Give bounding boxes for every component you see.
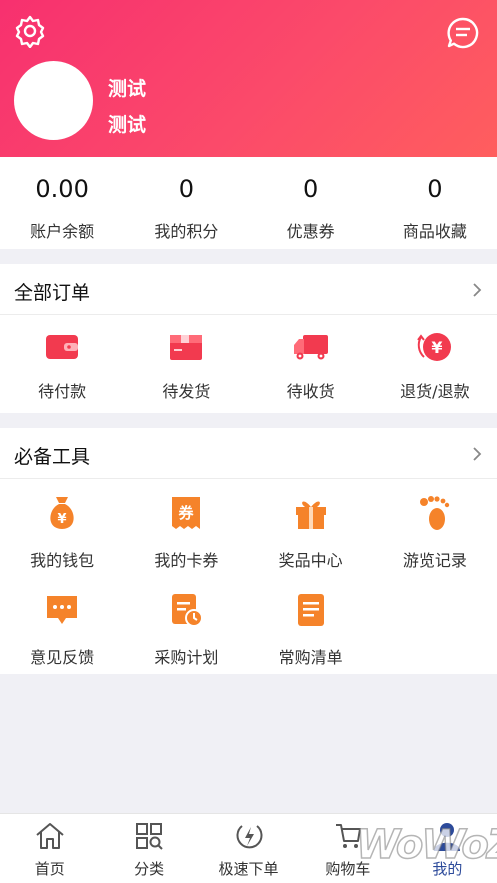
stat-value: 0.00 bbox=[35, 175, 89, 203]
gear-icon[interactable] bbox=[13, 14, 47, 48]
stat-label: 优惠券 bbox=[286, 222, 335, 241]
tools-row-1: ¥ 我的钱包 券 我的卡券 奖品中心 游览记录 bbox=[0, 479, 497, 576]
nav-label: 首页 bbox=[34, 860, 65, 878]
stat-value: 0 bbox=[427, 175, 443, 203]
order-pending-payment[interactable]: 待付款 bbox=[0, 315, 124, 413]
stat-balance[interactable]: 0.00 账户余额 bbox=[0, 157, 124, 249]
stat-label: 商品收藏 bbox=[402, 222, 467, 241]
package-icon bbox=[170, 335, 203, 360]
tool-frequent-list[interactable]: 常购清单 bbox=[249, 576, 373, 674]
tools-section-header[interactable]: 必备工具 bbox=[0, 428, 497, 479]
stat-favorites[interactable]: 0 商品收藏 bbox=[373, 157, 497, 249]
chevron-right-icon bbox=[473, 283, 482, 297]
tool-feedback[interactable]: 意见反馈 bbox=[0, 576, 124, 674]
orders-grid: 待付款 待发货 待收货 ¥ 退货/退款 bbox=[0, 315, 497, 413]
truck-icon bbox=[293, 335, 328, 360]
nav-category[interactable]: 分类 bbox=[99, 814, 198, 883]
order-pending-receipt[interactable]: 待收货 bbox=[249, 315, 373, 413]
stat-value: 0 bbox=[178, 175, 195, 203]
orders-section-header[interactable]: 全部订单 bbox=[0, 264, 497, 315]
nav-label: 分类 bbox=[134, 860, 165, 878]
grid-label: 我的钱包 bbox=[30, 551, 95, 570]
tools-grid: ¥ 我的钱包 券 我的卡券 奖品中心 游览记录 意见反馈 采购计划 常购清单 bbox=[0, 479, 497, 674]
nav-home[interactable]: 首页 bbox=[0, 814, 99, 883]
tool-wallet[interactable]: ¥ 我的钱包 bbox=[0, 479, 124, 576]
list-icon bbox=[297, 594, 324, 626]
refund-icon: ¥ bbox=[417, 333, 451, 361]
lightning-icon bbox=[236, 825, 263, 849]
stat-label: 我的积分 bbox=[154, 222, 219, 241]
account-stats: 0.00 账户余额 0 我的积分 0 优惠券 0 商品收藏 bbox=[0, 157, 497, 249]
stat-value: 0 bbox=[302, 175, 319, 203]
section-title: 全部订单 bbox=[14, 282, 91, 304]
nav-quick-order[interactable]: 极速下单 bbox=[199, 814, 298, 883]
avatar[interactable] bbox=[14, 61, 93, 140]
tool-browse-history[interactable]: 游览记录 bbox=[373, 479, 497, 576]
tool-coupons[interactable]: 券 我的卡券 bbox=[124, 479, 248, 576]
profile-header: 测试 测试 bbox=[0, 0, 497, 157]
user-subtitle: 测试 bbox=[108, 114, 147, 136]
message-icon[interactable] bbox=[446, 16, 480, 50]
grid-label: 意见反馈 bbox=[30, 648, 95, 667]
order-pending-shipment[interactable]: 待发货 bbox=[124, 315, 248, 413]
svg-text:¥: ¥ bbox=[431, 338, 442, 357]
tool-purchase-plan[interactable]: 采购计划 bbox=[124, 576, 248, 674]
feedback-icon bbox=[47, 596, 78, 624]
user-name: 测试 bbox=[108, 78, 147, 100]
grid-label: 待发货 bbox=[162, 382, 211, 401]
home-icon bbox=[36, 823, 64, 849]
purchase-plan-icon bbox=[172, 594, 204, 627]
stat-label: 账户余额 bbox=[30, 222, 95, 241]
coupon-icon: 券 bbox=[172, 497, 201, 529]
stat-coupons[interactable]: 0 优惠券 bbox=[249, 157, 373, 249]
category-icon bbox=[136, 823, 163, 850]
tool-prize-center[interactable]: 奖品中心 bbox=[249, 479, 373, 576]
section-title: 必备工具 bbox=[14, 446, 91, 468]
grid-label: 采购计划 bbox=[154, 648, 219, 667]
gift-icon bbox=[295, 501, 326, 529]
watermark-logo: WoWoZ bbox=[355, 821, 497, 869]
svg-text:¥: ¥ bbox=[58, 512, 67, 527]
wallet-icon bbox=[46, 335, 79, 359]
chevron-right-icon bbox=[473, 447, 482, 461]
grid-label: 退货/退款 bbox=[400, 382, 470, 401]
grid-label: 我的卡券 bbox=[154, 551, 219, 570]
grid-label: 奖品中心 bbox=[278, 551, 343, 570]
footprint-icon bbox=[419, 496, 450, 530]
money-bag-icon: ¥ bbox=[50, 497, 74, 529]
coupon-glyph: 券 bbox=[179, 504, 195, 522]
nav-label: 极速下单 bbox=[218, 860, 279, 878]
grid-label: 游览记录 bbox=[402, 551, 467, 570]
order-refund[interactable]: ¥ 退货/退款 bbox=[373, 315, 497, 413]
tools-row-2: 意见反馈 采购计划 常购清单 bbox=[0, 576, 497, 674]
grid-label: 待收货 bbox=[286, 382, 335, 401]
grid-label: 待付款 bbox=[38, 382, 87, 401]
stat-points[interactable]: 0 我的积分 bbox=[124, 157, 248, 249]
grid-label: 常购清单 bbox=[278, 648, 343, 667]
